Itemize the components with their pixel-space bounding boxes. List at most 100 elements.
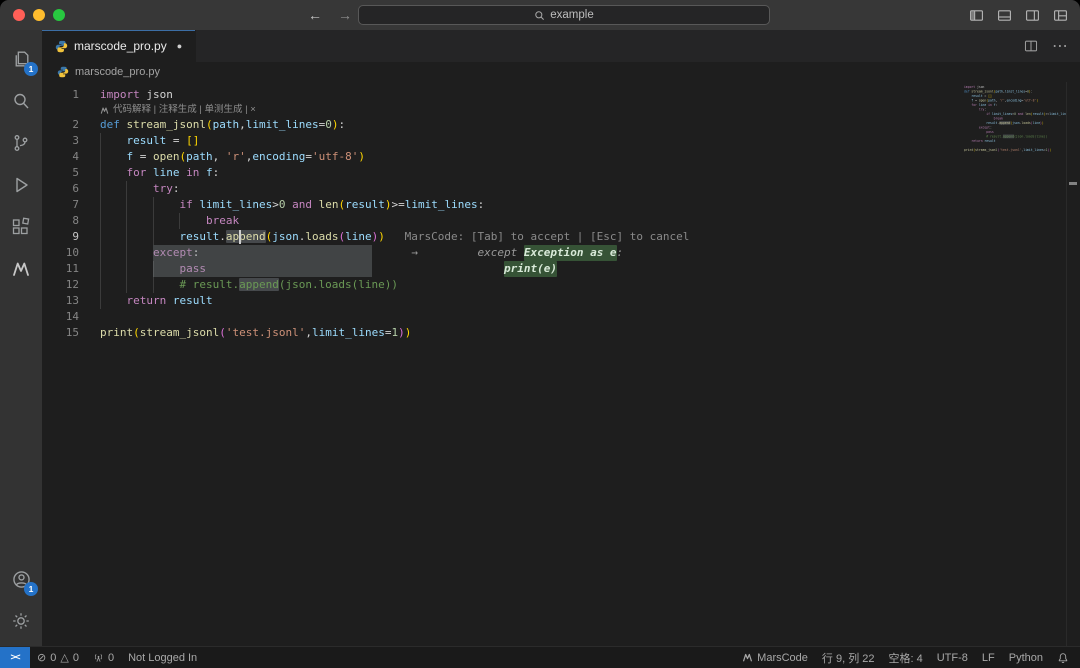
sidebar-item-run-debug[interactable] — [0, 164, 42, 206]
close-window-button[interactable] — [13, 9, 25, 21]
code-line[interactable]: 10 except: → except Exception as e: — [42, 245, 623, 261]
code-token: pass — [986, 130, 994, 134]
problems-indicator[interactable]: ⊘ 0 △ 0 — [30, 647, 86, 668]
source-control-icon — [14, 135, 28, 151]
code-token: : — [1030, 89, 1033, 94]
indent-guide — [100, 293, 101, 309]
tab-marscode-pro[interactable]: marscode_pro.py ● — [42, 30, 197, 62]
code-token: result — [172, 294, 213, 307]
code-line[interactable]: 1 import json — [42, 87, 484, 103]
history-nav: ← → — [308, 0, 352, 30]
code-token: result — [984, 139, 996, 143]
toggle-sidebar-right-icon[interactable] — [1025, 8, 1040, 23]
python-file-icon — [55, 40, 68, 52]
code-token: append — [999, 121, 1011, 125]
code-line[interactable]: 4 f = open(path, 'r',encoding='utf-8') — [42, 149, 484, 165]
code-token: break — [993, 116, 1003, 121]
code-token: ( — [219, 326, 226, 339]
code-token: path — [186, 150, 213, 163]
code-line[interactable]: 5 for line in f: — [42, 165, 484, 181]
code-line[interactable]: 7 if limit_lines>0 and len(result)>=limi… — [42, 197, 484, 213]
editor[interactable]: 1 import json 代码解释 | 注释生成 | 单测生成 | × 2 def s… — [42, 82, 1080, 646]
tab-modified-dot[interactable]: ● — [177, 41, 182, 51]
code-token: path — [988, 98, 996, 103]
code-line[interactable]: 3 result = [] — [42, 133, 484, 149]
sidebar-item-search[interactable] — [0, 80, 42, 122]
notifications-button[interactable] — [1050, 647, 1076, 668]
ports-indicator[interactable]: 0 — [86, 647, 121, 668]
indent-guide — [100, 181, 101, 197]
customize-layout-icon[interactable] — [1053, 8, 1068, 23]
code-line[interactable]: 12 # result.append(json.loads(line)) — [42, 277, 484, 293]
code-token: 'r' — [225, 150, 246, 163]
indent-guide — [126, 245, 128, 261]
code-line[interactable]: 11 pass print(e) — [42, 261, 557, 277]
sidebar-item-explorer[interactable]: 1 — [0, 38, 42, 80]
breadcrumb[interactable]: marscode_pro.py — [42, 62, 1080, 82]
forward-arrow-icon[interactable]: → — [338, 7, 352, 23]
code-line[interactable]: 9 result.append(json.loads(line)) MarsCod… — [42, 229, 689, 245]
toggle-sidebar-left-icon[interactable] — [969, 8, 984, 23]
code-token: : — [984, 107, 987, 112]
code-line[interactable]: 2 def stream_jsonl(path,limit_lines=0): — [42, 117, 484, 133]
codelens-actions[interactable]: 代码解释 | 注释生成 | 单测生成 | × — [113, 102, 256, 118]
code-lines[interactable]: 1import json代码解释 | 注释生成 | 单测生成 | ×2def s… — [964, 85, 1066, 152]
indent-guide — [100, 149, 101, 165]
code-token: # result. — [100, 278, 240, 291]
code-token: loads — [1021, 121, 1031, 125]
marscode-status[interactable]: MarsCode — [735, 647, 815, 668]
remote-indicator[interactable]: >< — [0, 647, 30, 668]
ghost-text: Exception as e — [523, 245, 617, 261]
code-token: append — [225, 230, 266, 243]
indent-guide — [126, 229, 128, 245]
settings-button[interactable] — [0, 600, 42, 642]
editor-group: marscode_pro.py ● ⋯ marscode_pro.py 1 imp… — [42, 30, 1080, 646]
code-lines[interactable]: 1import json代码解释 | 注释生成 | 单测生成 | ×2def s… — [42, 87, 690, 341]
scrollbar[interactable] — [1066, 82, 1080, 646]
code-line[interactable]: 8 break — [42, 213, 484, 229]
login-status[interactable]: Not Logged In — [121, 647, 204, 668]
codelens-row[interactable]: 代码解释 | 注释生成 | 单测生成 | × — [42, 103, 484, 117]
sidebar-item-marscode[interactable] — [0, 248, 42, 290]
language-mode[interactable]: Python — [1002, 647, 1050, 668]
zoom-window-button[interactable] — [53, 9, 65, 21]
code-line[interactable]: 13 return result — [42, 293, 484, 309]
minimap[interactable]: 1import json代码解释 | 注释生成 | 单测生成 | ×2def s… — [964, 85, 1066, 215]
account-button[interactable]: 1 — [0, 558, 42, 600]
indent-guide — [100, 197, 101, 213]
code-line[interactable]: 6 try: — [42, 181, 484, 197]
sidebar-item-extensions[interactable] — [0, 206, 42, 248]
code-token: 'test.jsonl' — [225, 326, 306, 339]
toggle-panel-icon[interactable] — [997, 8, 1012, 23]
search-sidebar-icon — [14, 93, 29, 109]
language-label: Python — [1008, 651, 1043, 664]
eol-setting[interactable]: LF — [975, 647, 1002, 668]
line-number: 15 — [65, 326, 79, 339]
code-token: : — [212, 166, 220, 179]
more-actions-icon[interactable]: ⋯ — [1052, 36, 1068, 56]
minimize-window-button[interactable] — [33, 9, 45, 21]
cursor-position[interactable]: 行 9, 列 22 — [815, 647, 882, 668]
code-line[interactable]: 15 print(stream_jsonl('test.jsonl',limit_… — [42, 325, 484, 341]
encoding-setting[interactable]: UTF-8 — [930, 647, 975, 668]
split-editor-icon[interactable] — [1024, 39, 1038, 53]
run-debug-icon — [16, 177, 28, 193]
code-token: 'utf-8' — [311, 150, 359, 163]
suggestion-diff-highlight — [152, 261, 372, 277]
sidebar-item-source-control[interactable] — [0, 122, 42, 164]
back-arrow-icon[interactable]: ← — [308, 7, 322, 23]
line-number: 11 — [65, 262, 79, 275]
code-token: def — [100, 118, 120, 131]
indentation-setting[interactable]: 空格: 4 — [882, 647, 930, 668]
radio-tower-icon — [94, 654, 102, 662]
code-line[interactable]: 14 — [42, 309, 484, 325]
command-center-search[interactable]: example — [358, 5, 770, 25]
code-token: : — [477, 198, 485, 211]
line-number: 3 — [72, 134, 79, 147]
